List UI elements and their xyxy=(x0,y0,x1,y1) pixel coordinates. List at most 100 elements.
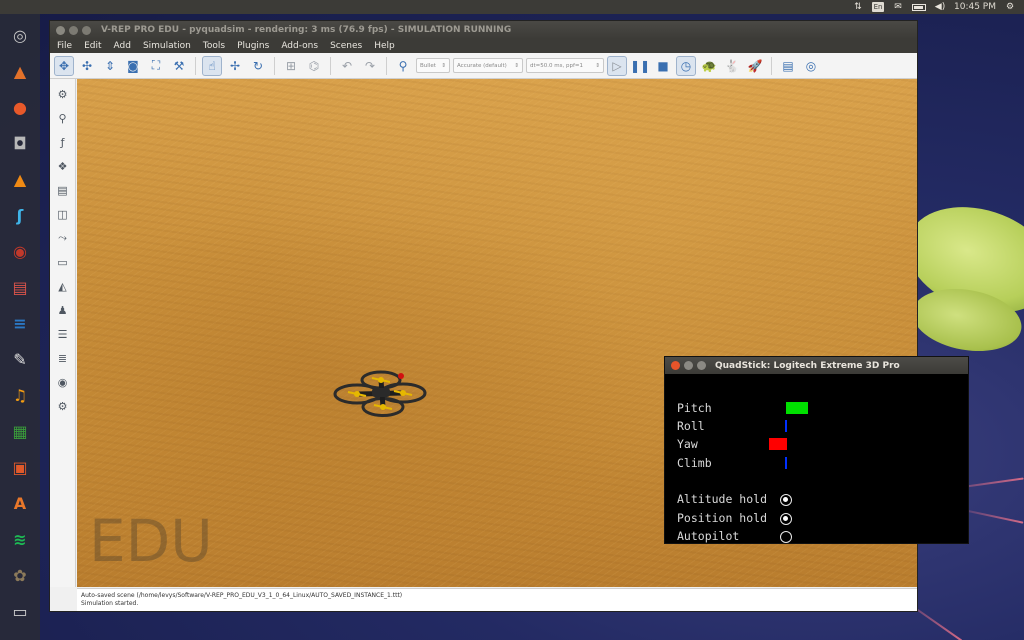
menu-file[interactable]: File xyxy=(57,41,78,51)
software-center-icon[interactable]: A xyxy=(4,487,37,519)
climb-bar xyxy=(785,457,787,469)
battery-icon[interactable] xyxy=(912,3,926,11)
roll-bar xyxy=(785,420,787,432)
object-shift-icon[interactable]: ✢ xyxy=(225,56,245,76)
minimize-icon[interactable] xyxy=(69,25,78,35)
menu-add-ons[interactable]: Add-ons xyxy=(281,41,324,51)
files-icon[interactable]: ▤ xyxy=(4,271,37,303)
camera-shift-icon[interactable]: ⇕ xyxy=(100,56,120,76)
mail-icon[interactable]: ✉ xyxy=(892,2,904,12)
edu-watermark: EDU xyxy=(89,507,213,575)
power-icon[interactable]: ⚙ xyxy=(1004,2,1016,12)
main-toolbar: ✥ ✣ ⇕ ◙ ⛶ ⚒ ☝ ✢ ↻ ⊞ ⌬ ↶ ↷ ⚲ Bullet ⇕ Accu… xyxy=(50,53,917,79)
camera-pan-icon[interactable]: ✥ xyxy=(54,55,74,76)
status-line: Auto-saved scene (/home/levys/Software/V… xyxy=(81,592,403,599)
scene-page-icon[interactable]: ▤ xyxy=(778,56,798,76)
view-layers-icon[interactable]: ≣ xyxy=(54,349,72,367)
clock[interactable]: 10:45 PM xyxy=(954,2,996,12)
maximize-icon[interactable] xyxy=(82,25,91,35)
timestep-select[interactable]: dt=50.0 ms, ppf=1 ⇕ xyxy=(526,58,604,73)
slower-icon[interactable]: 🐢 xyxy=(699,56,719,76)
menu-simulation[interactable]: Simulation xyxy=(143,41,197,51)
scene-hierarchy-icon[interactable]: ♟ xyxy=(54,301,72,319)
dynamics-icon[interactable]: ⚲ xyxy=(393,56,413,76)
app-red-icon[interactable]: ◉ xyxy=(4,235,37,267)
scene-selector-icon[interactable]: ◎ xyxy=(801,56,821,76)
scripts-icon[interactable]: ▤ xyxy=(54,181,72,199)
vlc-icon[interactable]: ▲ xyxy=(4,163,37,195)
assemble-icon[interactable]: ⚒ xyxy=(169,56,189,76)
model-browser-icon[interactable]: ◭ xyxy=(54,277,72,295)
quadstick-window: QuadStick: Logitech Extreme 3D Pro Pitch… xyxy=(664,356,969,544)
status-line: Simulation started. xyxy=(81,600,139,607)
gimp-icon[interactable]: ✿ xyxy=(4,559,37,591)
pause-simulation-icon[interactable]: ❚❚ xyxy=(630,56,650,76)
audacity-icon[interactable]: ♫ xyxy=(4,379,37,411)
volume-icon[interactable]: ◀) xyxy=(934,2,946,12)
firefox-icon[interactable]: ● xyxy=(4,91,37,123)
ubuntu-dash-icon[interactable]: ◎ xyxy=(4,19,37,51)
autopilot-radio[interactable] xyxy=(780,531,792,543)
fit-to-view-icon[interactable]: ⛶ xyxy=(146,56,166,76)
scanner-icon[interactable]: ▭ xyxy=(4,595,37,627)
faster-icon[interactable]: 🐇 xyxy=(722,56,742,76)
menu-tools[interactable]: Tools xyxy=(203,41,231,51)
writer-icon[interactable]: ≡ xyxy=(4,307,37,339)
editor-icon[interactable]: ✎ xyxy=(4,343,37,375)
minimize-icon[interactable] xyxy=(684,361,693,370)
impress-icon[interactable]: ▣ xyxy=(4,451,37,483)
calc-icon[interactable]: ▦ xyxy=(4,415,37,447)
realtime-mode-icon[interactable]: ◷ xyxy=(676,55,696,76)
accuracy-select[interactable]: Accurate (default) ⇕ xyxy=(453,58,523,73)
zoom-icon[interactable]: ⚲ xyxy=(54,109,72,127)
video-recorder-icon[interactable]: ◉ xyxy=(54,373,72,391)
launcher: ◎ ▲ ● ◘ ▲ ʃ ◉ ▤ ≡ ✎ ♫ ▦ ▣ A ≋ ✿ ▭ xyxy=(0,14,40,640)
stop-simulation-icon[interactable]: ■ xyxy=(653,56,673,76)
redo-icon[interactable]: ↷ xyxy=(360,56,380,76)
toolbar-separator xyxy=(386,56,387,75)
keyboard-layout-indicator[interactable]: En xyxy=(872,2,884,12)
calculation-modules-icon[interactable]: ƒ xyxy=(54,133,72,151)
left-toolbar: ⚙ ⚲ ƒ ❖ ▤ ◫ ⤳ ▭ ◭ ♟ ☰ ≣ ◉ ⚙ xyxy=(50,79,76,587)
object-rotate-icon[interactable]: ↻ xyxy=(248,56,268,76)
assemble-disassemble-icon[interactable]: ⊞ xyxy=(281,56,301,76)
toolbar-separator xyxy=(274,56,275,75)
toolbar-separator xyxy=(771,56,772,75)
start-simulation-icon[interactable]: ▷ xyxy=(607,55,627,76)
spotify-icon[interactable]: ≋ xyxy=(4,523,37,555)
quadcopter-model[interactable] xyxy=(331,367,431,417)
pitch-bar xyxy=(786,402,808,414)
top-panel: ⇅ En ✉ ◀) 10:45 PM ⚙ xyxy=(0,0,1024,14)
maximize-icon[interactable] xyxy=(697,361,706,370)
simulation-settings-icon[interactable]: ⚙ xyxy=(54,85,72,103)
shape-edit-icon[interactable]: ◫ xyxy=(54,205,72,223)
app-blue-icon[interactable]: ʃ xyxy=(4,199,37,231)
menu-add[interactable]: Add xyxy=(114,41,137,51)
menu-scenes[interactable]: Scenes xyxy=(330,41,368,51)
click-select-icon[interactable]: ☝ xyxy=(202,55,222,76)
matlab-icon[interactable]: ▲ xyxy=(4,55,37,87)
altitude-hold-radio[interactable] xyxy=(780,494,792,506)
selection-icon[interactable]: ▭ xyxy=(54,253,72,271)
position-hold-radio[interactable] xyxy=(780,513,792,525)
vrep-titlebar[interactable]: V-REP PRO EDU - pyquadsim - rendering: 3… xyxy=(50,21,917,39)
mode-label-altitude-hold: Altitude hold xyxy=(677,492,768,506)
close-icon[interactable] xyxy=(671,361,680,370)
user-settings-icon[interactable]: ⚙ xyxy=(54,397,72,415)
menu-edit[interactable]: Edit xyxy=(84,41,107,51)
layers-icon[interactable]: ☰ xyxy=(54,325,72,343)
menu-help[interactable]: Help xyxy=(374,41,401,51)
collections-icon[interactable]: ❖ xyxy=(54,157,72,175)
quadstick-titlebar[interactable]: QuadStick: Logitech Extreme 3D Pro xyxy=(665,357,968,374)
menu-plugins[interactable]: Plugins xyxy=(237,41,275,51)
camera-app-icon[interactable]: ◘ xyxy=(4,127,37,159)
network-icon[interactable]: ⇅ xyxy=(852,2,864,12)
transfer-dna-icon[interactable]: ⌬ xyxy=(304,56,324,76)
threaded-rendering-icon[interactable]: 🚀 xyxy=(745,56,765,76)
path-edit-icon[interactable]: ⤳ xyxy=(54,229,72,247)
camera-angle-icon[interactable]: ◙ xyxy=(123,56,143,76)
close-icon[interactable] xyxy=(56,25,65,35)
engine-select[interactable]: Bullet ⇕ xyxy=(416,58,450,73)
undo-icon[interactable]: ↶ xyxy=(337,56,357,76)
camera-rotate-icon[interactable]: ✣ xyxy=(77,56,97,76)
